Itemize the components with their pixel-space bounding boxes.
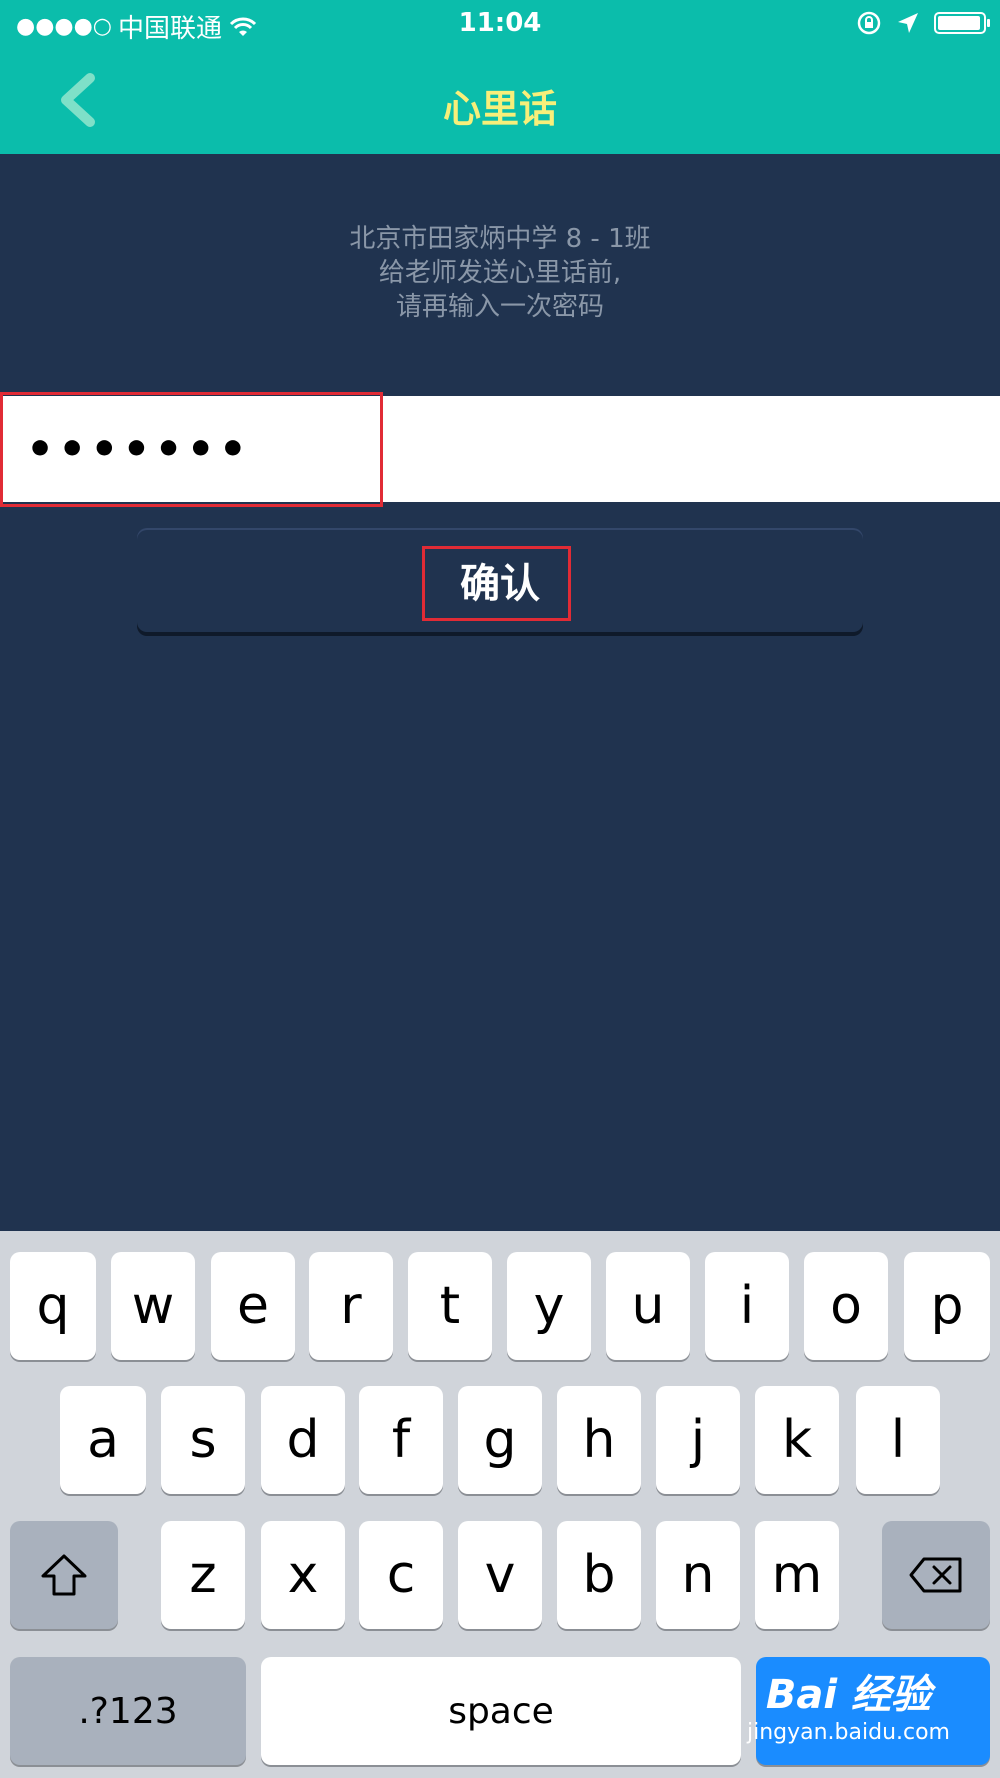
- key-label: f: [391, 1410, 411, 1470]
- key-label: j: [690, 1410, 706, 1470]
- key-l[interactable]: l: [856, 1386, 940, 1494]
- key-j[interactable]: j: [656, 1386, 740, 1494]
- baidu-watermark: Bai 经验 jingyan.baidu.com: [747, 1662, 950, 1745]
- key-u[interactable]: u: [606, 1252, 690, 1360]
- key-e[interactable]: e: [211, 1252, 295, 1360]
- confirm-button-label: 确认: [460, 561, 540, 607]
- key-label: c: [386, 1545, 416, 1605]
- orientation-lock-icon: [857, 11, 881, 35]
- key-label: s: [189, 1410, 217, 1470]
- key-label: l: [890, 1410, 906, 1470]
- key-b[interactable]: b: [557, 1521, 641, 1629]
- backspace-icon: [909, 1557, 962, 1593]
- key-label: t: [439, 1276, 461, 1336]
- key-label: b: [582, 1545, 616, 1605]
- key-p[interactable]: p: [904, 1252, 990, 1360]
- key-label: o: [830, 1276, 862, 1336]
- key-label: k: [781, 1410, 813, 1470]
- key-i[interactable]: i: [705, 1252, 789, 1360]
- key-label: a: [87, 1410, 119, 1470]
- watermark-url: jingyan.baidu.com: [746, 1720, 950, 1745]
- key-k[interactable]: k: [755, 1386, 839, 1494]
- key-h[interactable]: h: [557, 1386, 641, 1494]
- keyboard: q w e r t y u i o p a s d f g h j k l z …: [0, 1231, 1000, 1778]
- key-r[interactable]: r: [309, 1252, 393, 1360]
- key-label: p: [930, 1276, 964, 1336]
- key-label: n: [681, 1545, 715, 1605]
- status-right: [856, 10, 990, 36]
- key-label: h: [582, 1410, 616, 1470]
- key-f[interactable]: f: [359, 1386, 443, 1494]
- delete-key[interactable]: [882, 1521, 990, 1629]
- shift-key[interactable]: [10, 1521, 118, 1629]
- battery-level: [938, 16, 980, 30]
- key-label: x: [287, 1545, 319, 1605]
- password-prompt: 北京市田家炳中学 8 - 1班 给老师发送心里话前, 请再输入一次密码: [0, 222, 1000, 324]
- numbers-key-label: .?123: [78, 1690, 178, 1732]
- key-label: u: [631, 1276, 665, 1336]
- key-label: m: [771, 1545, 823, 1605]
- key-s[interactable]: s: [161, 1386, 245, 1494]
- nav-bar: 心里话: [0, 50, 1000, 154]
- return-key[interactable]: Bai 经验 jingyan.baidu.com: [747, 1657, 990, 1765]
- watermark-logo-text: Bai 经验: [765, 1672, 932, 1718]
- prompt-instruction-2: 请再输入一次密码: [395, 292, 604, 322]
- key-a[interactable]: a: [60, 1386, 146, 1494]
- key-label: d: [286, 1410, 320, 1470]
- key-label: i: [739, 1276, 755, 1336]
- space-key[interactable]: space: [261, 1657, 741, 1765]
- key-d[interactable]: d: [261, 1386, 345, 1494]
- key-label: r: [340, 1276, 362, 1336]
- battery-icon: [934, 12, 990, 34]
- key-n[interactable]: n: [656, 1521, 740, 1629]
- prompt-class-name: 北京市田家炳中学 8 - 1班: [349, 224, 651, 254]
- page-title: 心里话: [442, 87, 557, 131]
- key-o[interactable]: o: [804, 1252, 888, 1360]
- status-bar: ●●●●○ 中国联通 11:04: [0, 0, 1000, 50]
- key-w[interactable]: w: [111, 1252, 195, 1360]
- key-c[interactable]: c: [359, 1521, 443, 1629]
- numbers-key[interactable]: .?123: [10, 1657, 246, 1765]
- key-label: z: [189, 1545, 217, 1605]
- location-arrow-icon: [898, 13, 918, 33]
- key-label: g: [483, 1410, 517, 1470]
- shift-icon: [41, 1554, 87, 1596]
- status-time: 11:04: [458, 8, 542, 38]
- password-field-row: [0, 396, 1000, 502]
- password-input[interactable]: [24, 418, 928, 480]
- key-q[interactable]: q: [10, 1252, 96, 1360]
- key-z[interactable]: z: [161, 1521, 245, 1629]
- key-x[interactable]: x: [261, 1521, 345, 1629]
- key-v[interactable]: v: [458, 1521, 542, 1629]
- confirm-button[interactable]: 确认: [137, 528, 863, 632]
- key-label: y: [533, 1276, 565, 1336]
- key-m[interactable]: m: [755, 1521, 839, 1629]
- key-label: e: [237, 1276, 269, 1336]
- space-key-label: space: [448, 1690, 554, 1732]
- prompt-instruction-1: 给老师发送心里话前,: [378, 258, 622, 288]
- key-g[interactable]: g: [458, 1386, 542, 1494]
- key-y[interactable]: y: [507, 1252, 591, 1360]
- key-label: v: [484, 1545, 516, 1605]
- key-t[interactable]: t: [408, 1252, 492, 1360]
- key-label: w: [131, 1276, 175, 1336]
- key-label: q: [36, 1276, 70, 1336]
